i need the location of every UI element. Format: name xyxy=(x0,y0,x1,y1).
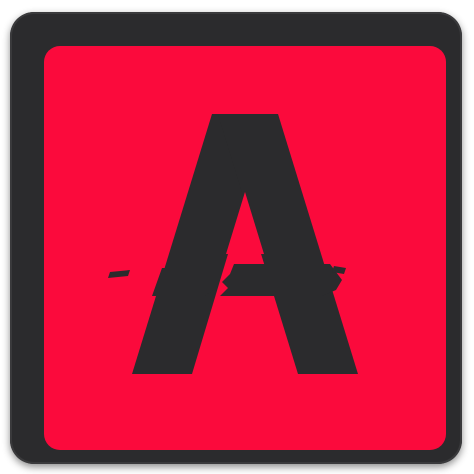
icon-face xyxy=(44,46,446,450)
app-icon[interactable] xyxy=(10,12,462,464)
letter-a-icon xyxy=(44,46,446,450)
